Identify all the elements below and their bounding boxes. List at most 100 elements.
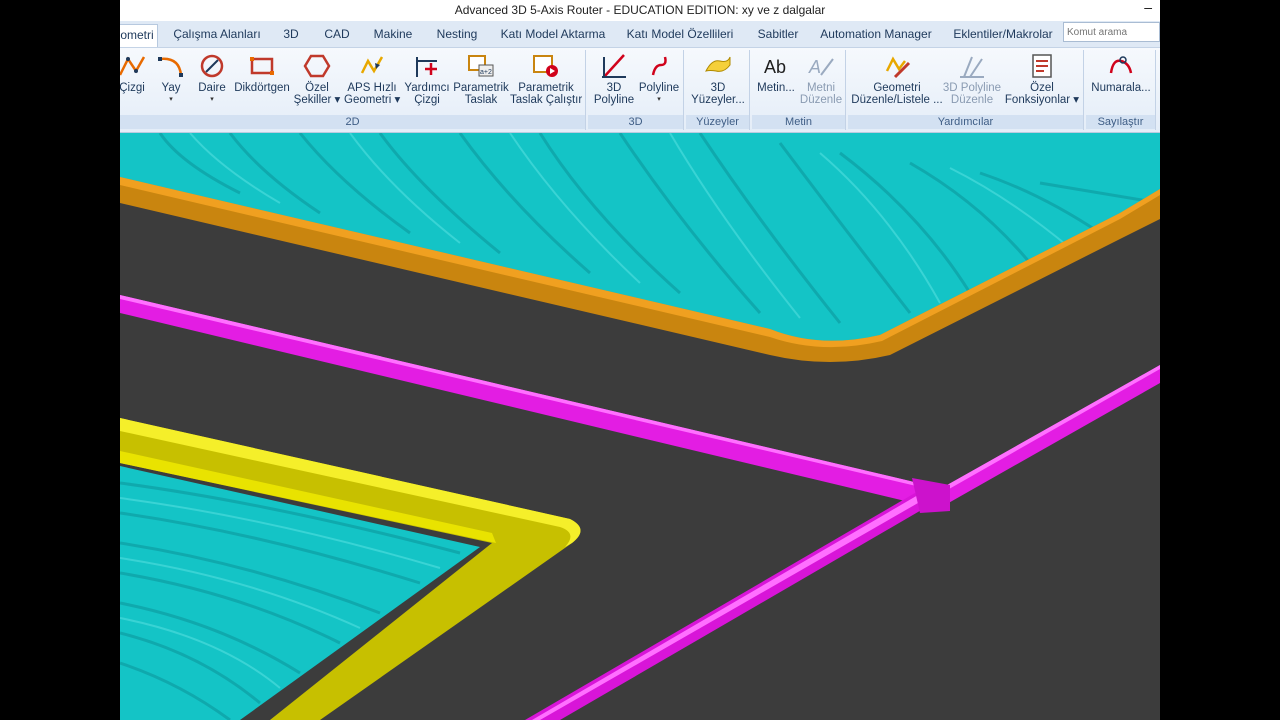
- 3d-viewport[interactable]: [120, 133, 1160, 720]
- sketch-icon: a+2: [468, 55, 494, 77]
- metni-duzenle-button[interactable]: A Metni Düzenle: [798, 50, 844, 116]
- geometri-duzenle-listele-button[interactable]: Geometri Düzenle/Listele ...: [850, 50, 944, 116]
- 3d-yuzeyler-label2: Yüzeyler...: [691, 94, 745, 106]
- numarala-label: Numarala...: [1091, 82, 1151, 94]
- tab-kati-model-aktarma[interactable]: Katı Model Aktarma: [498, 24, 608, 47]
- group-yardimcilar-label: Yardımcılar: [848, 115, 1083, 129]
- group-metin-label: Metin: [752, 115, 845, 129]
- 3d-yuzeyler-button[interactable]: 3D Yüzeyler...: [688, 50, 748, 116]
- ribbon-tab-bar: ometri Çalışma Alanları 3D CAD Makine Ne…: [120, 21, 1160, 48]
- geometri-duzenle-label2: Düzenle/Listele ...: [851, 94, 943, 106]
- polyline3d-icon: [602, 54, 626, 78]
- run-sketch-icon: [533, 55, 558, 77]
- ozel-sekiller-label2: Şekiller ▾: [293, 94, 341, 106]
- aps-icon: [360, 56, 384, 74]
- group-yuzeyler: 3D Yüzeyler... Yüzeyler: [686, 50, 750, 130]
- ozel-sekiller-button[interactable]: Özel Şekiller ▾: [292, 50, 342, 116]
- arc-icon: [158, 57, 183, 77]
- yardimci-cizgi-button[interactable]: Yardımcı Çizgi: [402, 50, 452, 116]
- group-2d-label: 2D: [120, 115, 585, 129]
- 3d-polyline-button[interactable]: 3D Polyline: [590, 50, 638, 116]
- daire-label: Daire: [198, 82, 226, 94]
- group-3d-label: 3D: [588, 115, 683, 129]
- minimize-button[interactable]: –: [1144, 0, 1152, 18]
- parametrik-taslak-button[interactable]: a+2 Parametrik Taslak: [452, 50, 510, 116]
- tab-kati-model-ozellileri[interactable]: Katı Model Özellileri: [624, 24, 736, 47]
- 3d-yuzeyler-label1: 3D: [710, 82, 726, 94]
- svg-text:a+2: a+2: [480, 69, 492, 76]
- guide-line-icon: [416, 57, 437, 77]
- metni-duzenle-label2: Düzenle: [799, 94, 843, 106]
- parametrik-taslak-label2: Taslak: [464, 94, 498, 106]
- tab-3d[interactable]: 3D: [276, 24, 306, 47]
- geometri-duzenle-label1: Geometri: [873, 82, 921, 94]
- 3d-polyline-label2: Polyline: [593, 94, 635, 106]
- tab-geometri[interactable]: ometri: [120, 24, 158, 47]
- line-icon: [120, 56, 146, 76]
- aps-hizli-geometri-button[interactable]: APS Hızlı Geometri ▾: [344, 50, 400, 116]
- group-sayilastir-label: Sayılaştır: [1086, 115, 1155, 129]
- 3d-polyline-duzenle-button[interactable]: 3D Polyline Düzenle: [942, 50, 1002, 116]
- edit-text-icon: A: [808, 57, 834, 77]
- polyline-icon: [651, 56, 667, 76]
- tab-automation-manager[interactable]: Automation Manager: [818, 24, 934, 47]
- surface-icon: [705, 56, 731, 72]
- tab-cad[interactable]: CAD: [320, 24, 354, 47]
- yay-button[interactable]: Yay ▾: [156, 50, 186, 116]
- aps-label2: Geometri ▾: [344, 94, 401, 106]
- function-list-icon: [1032, 54, 1052, 78]
- polyline-duzenle-label1: 3D Polyline: [942, 82, 1002, 94]
- rectangle-icon: [250, 57, 274, 75]
- ozel-fonksiyonlar-button[interactable]: Özel Fonksiyonlar ▾: [1004, 50, 1080, 116]
- text-icon: Ab: [764, 57, 786, 77]
- group-2d: Çizgi Yay ▾ Daire ▾ Dikdörtgen Özel Şeki…: [120, 50, 586, 130]
- parametrik-calistir-label2: Taslak Çalıştır: [510, 94, 583, 106]
- viewport-canvas[interactable]: [120, 133, 1160, 720]
- edit-polyline-icon: [960, 56, 984, 78]
- command-search-input[interactable]: [1063, 22, 1160, 42]
- polyline-button[interactable]: Polyline ▾: [636, 50, 682, 116]
- ribbon-panel: Çizgi Yay ▾ Daire ▾ Dikdörtgen Özel Şeki…: [120, 48, 1160, 133]
- metin-button[interactable]: Ab Metin...: [754, 50, 798, 116]
- tab-calisma-alanlari[interactable]: Çalışma Alanları: [170, 24, 264, 47]
- hexagon-icon: [303, 54, 331, 78]
- edit-geometry-icon: [885, 56, 911, 79]
- dikdortgen-button[interactable]: Dikdörtgen: [232, 50, 292, 116]
- parametrik-taslak-calistir-button[interactable]: Parametrik Taslak Çalıştır: [510, 50, 582, 116]
- polyline-duzenle-label2: Düzenle: [950, 94, 994, 106]
- svg-text:A: A: [808, 57, 821, 77]
- circle-icon: [200, 54, 224, 78]
- polyline-label: Polyline: [638, 82, 680, 94]
- metni-duzenle-label1: Metni: [806, 82, 836, 94]
- tab-makine[interactable]: Makine: [368, 24, 418, 47]
- tab-eklentiler-makrolar[interactable]: Eklentiler/Makrolar: [948, 24, 1058, 47]
- group-yuzeyler-label: Yüzeyler: [686, 115, 749, 129]
- numbering-icon: [1109, 56, 1133, 74]
- yay-label: Yay: [161, 82, 181, 94]
- yardimci-cizgi-label2: Çizgi: [414, 94, 440, 106]
- parametrik-calistir-label1: Parametrik: [518, 82, 574, 94]
- tab-sabitler[interactable]: Sabitler: [752, 24, 804, 47]
- group-metin: Ab Metin... A Metni Düzenle Metin: [752, 50, 846, 130]
- cizgi-label: Çizgi: [120, 82, 145, 94]
- yardimci-cizgi-label1: Yardımcı: [404, 82, 450, 94]
- ozel-fonksiyonlar-label2: Fonksiyonlar ▾: [1004, 94, 1080, 106]
- 3d-polyline-label1: 3D: [606, 82, 622, 94]
- numarala-button[interactable]: Numarala...: [1088, 50, 1154, 116]
- tab-nesting[interactable]: Nesting: [432, 24, 482, 47]
- group-sayilastir: Numarala... Sayılaştır: [1086, 50, 1156, 130]
- parametrik-taslak-label1: Parametrik: [453, 82, 509, 94]
- cizgi-button[interactable]: Çizgi: [120, 50, 150, 116]
- metin-label: Metin...: [757, 82, 795, 94]
- daire-button[interactable]: Daire ▾: [194, 50, 230, 116]
- ozel-fonksiyonlar-label1: Özel: [1030, 82, 1054, 94]
- window-title: Advanced 3D 5-Axis Router - EDUCATION ED…: [454, 3, 826, 17]
- application-window: Advanced 3D 5-Axis Router - EDUCATION ED…: [120, 0, 1160, 720]
- aps-label1: APS Hızlı: [347, 82, 397, 94]
- svg-text:Ab: Ab: [764, 57, 786, 77]
- group-yardimcilar: Geometri Düzenle/Listele ... 3D Polyline…: [848, 50, 1084, 130]
- dikdortgen-label: Dikdörtgen: [234, 82, 290, 94]
- title-bar: Advanced 3D 5-Axis Router - EDUCATION ED…: [120, 0, 1160, 21]
- ozel-sekiller-label1: Özel: [305, 82, 329, 94]
- group-3d: 3D Polyline Polyline ▾ 3D: [588, 50, 684, 130]
